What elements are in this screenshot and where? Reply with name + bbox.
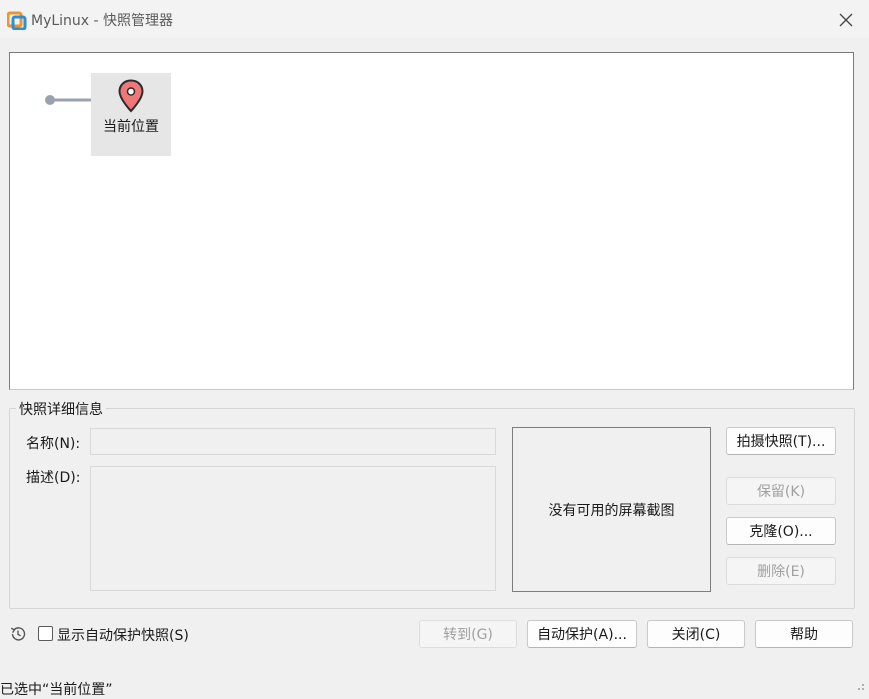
location-pin-icon xyxy=(118,79,144,113)
group-title: 快照详细信息 xyxy=(16,399,106,419)
help-button[interactable]: 帮助 xyxy=(755,620,853,648)
resize-grip-icon[interactable] xyxy=(857,683,865,691)
history-icon xyxy=(10,627,26,641)
title-bar: MyLinux - 快照管理器 xyxy=(0,0,869,38)
clone-button[interactable]: 克隆(O)... xyxy=(726,517,836,545)
screenshot-preview: 没有可用的屏幕截图 xyxy=(512,427,711,592)
name-field[interactable] xyxy=(90,428,496,455)
delete-button[interactable]: 删除(E) xyxy=(726,557,836,585)
window-title: MyLinux - 快照管理器 xyxy=(31,13,174,29)
keep-button[interactable]: 保留(K) xyxy=(726,477,836,505)
show-autoprotect-checkbox[interactable] xyxy=(38,626,53,641)
description-field[interactable] xyxy=(90,466,496,591)
close-icon xyxy=(839,13,853,27)
close-window-button[interactable] xyxy=(833,7,859,33)
no-screenshot-text: 没有可用的屏幕截图 xyxy=(548,502,675,519)
snapshot-tree[interactable]: 当前位置 xyxy=(9,52,854,390)
current-position-node[interactable]: 当前位置 xyxy=(91,73,171,156)
description-label: 描述(D): xyxy=(26,470,81,486)
close-button[interactable]: 关闭(C) xyxy=(647,620,745,648)
current-position-label: 当前位置 xyxy=(103,119,159,135)
name-label: 名称(N): xyxy=(26,436,81,452)
goto-button[interactable]: 转到(G) xyxy=(419,620,517,648)
show-autoprotect-label[interactable]: 显示自动保护快照(S) xyxy=(57,625,189,645)
autoprotect-button[interactable]: 自动保护(A)... xyxy=(527,620,637,648)
take-snapshot-button[interactable]: 拍摄快照(T)... xyxy=(726,427,836,455)
status-text: 已选中“当前位置” xyxy=(0,682,113,698)
vmware-icon xyxy=(7,11,27,30)
